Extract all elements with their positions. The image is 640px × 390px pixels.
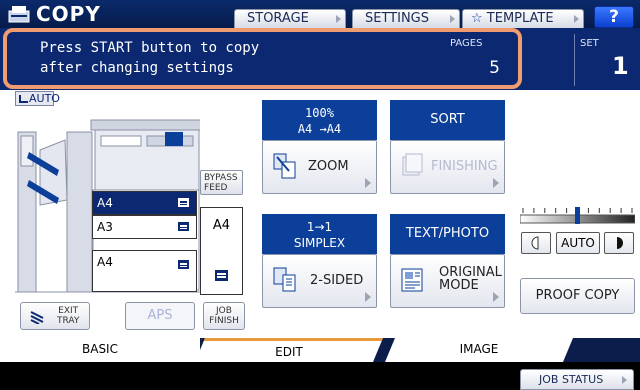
- zoom-icon: [273, 153, 296, 179]
- finishing-status: SORT: [390, 100, 505, 140]
- exit-tray-label: EXIT TRAY: [57, 306, 79, 326]
- set-label: SET: [580, 38, 599, 49]
- exit-tray-label-line1: EXIT: [58, 306, 79, 316]
- finishing-label: FINISHING: [431, 159, 498, 174]
- chevron-right-icon: [450, 15, 455, 23]
- chevron-right-icon: [336, 15, 341, 23]
- help-button[interactable]: ?: [594, 6, 634, 28]
- darker-button[interactable]: [604, 232, 634, 254]
- template-button[interactable]: ☆ TEMPLATE: [462, 9, 584, 29]
- original-mode-status: TEXT/PHOTO: [390, 214, 505, 254]
- chevron-right-icon: [622, 376, 627, 384]
- settings-label: SETTINGS: [365, 11, 430, 26]
- chevron-right-icon: [493, 178, 499, 188]
- zoom-percent: 100%: [305, 106, 334, 120]
- tray-size-label: A4: [97, 196, 113, 210]
- two-sided-label: 2-SIDED: [310, 273, 364, 288]
- duplex-mode-line1: 1→1: [306, 220, 333, 234]
- auto-density-button[interactable]: AUTO: [556, 232, 600, 254]
- storage-label: STORAGE: [247, 11, 309, 26]
- tray-size-label: A3: [97, 220, 113, 234]
- chevron-right-icon: [365, 178, 371, 188]
- exit-tray-label-line2: TRAY: [57, 316, 80, 326]
- bypass-size-label: A4: [212, 218, 231, 233]
- set-count: 1: [612, 52, 629, 80]
- bypass-label-line1: BYPASS: [204, 173, 238, 183]
- job-finish-label-line2: FINISH: [209, 316, 239, 326]
- chevron-right-icon: [574, 15, 579, 23]
- tab-edit[interactable]: EDIT: [195, 338, 383, 362]
- zoom-status: 100% A4 →A4: [262, 100, 377, 140]
- paper-tray-1[interactable]: A4: [92, 191, 197, 215]
- bypass-label-line2: FEED: [204, 183, 228, 193]
- paper-tray-3[interactable]: A4: [92, 250, 197, 292]
- chevron-right-icon: [365, 292, 371, 302]
- finishing-mode: SORT: [430, 112, 465, 127]
- divider: [574, 34, 575, 86]
- job-finish-label-line1: JOB: [216, 306, 232, 316]
- tab-image[interactable]: IMAGE: [385, 338, 573, 362]
- darker-icon: [617, 237, 623, 249]
- paper-auto-badge: AUTO: [15, 91, 60, 106]
- paper-stack-icon: [178, 260, 189, 269]
- aps-button[interactable]: APS: [125, 302, 195, 330]
- duplex-icon: [273, 267, 296, 292]
- settings-button[interactable]: SETTINGS: [352, 9, 460, 29]
- finishing-button[interactable]: FINISHING: [390, 140, 505, 194]
- density-level-marker: [575, 207, 580, 224]
- chevron-right-icon: [493, 292, 499, 302]
- app-title: COPY: [36, 2, 101, 26]
- lighter-icon: [531, 236, 539, 250]
- finishing-icon: [402, 153, 423, 176]
- original-mode-label: ORIGINAL MODE: [439, 266, 502, 292]
- paper-stack-icon: [215, 270, 228, 281]
- template-label: TEMPLATE: [486, 11, 554, 26]
- original-mode-icon: [401, 268, 423, 292]
- original-mode-value: TEXT/PHOTO: [405, 226, 490, 241]
- star-icon: ☆: [471, 11, 483, 26]
- bypass-tray[interactable]: A4: [200, 207, 243, 295]
- paper-stack-icon: [178, 222, 189, 231]
- zoom-sizes: A4 →A4: [297, 122, 342, 136]
- lighter-button[interactable]: [521, 232, 551, 254]
- zoom-label: ZOOM: [308, 159, 349, 174]
- proof-copy-button[interactable]: PROOF COPY: [520, 278, 635, 314]
- tray-size-label: A4: [97, 255, 113, 269]
- original-mode-button[interactable]: ORIGINAL MODE: [390, 254, 505, 308]
- paper-tray-2[interactable]: A3: [92, 215, 197, 239]
- job-finish-button[interactable]: JOB FINISH: [203, 302, 245, 330]
- duplex-status: 1→1 SIMPLEX: [262, 214, 377, 254]
- copy-app-icon: [8, 6, 30, 23]
- exit-tray-button[interactable]: EXIT TRAY: [20, 302, 90, 330]
- duplex-mode-line2: SIMPLEX: [293, 236, 346, 250]
- paper-stack-icon: [178, 198, 189, 207]
- job-status-button[interactable]: JOB STATUS: [520, 369, 634, 390]
- density-scale: [520, 207, 635, 224]
- bypass-feed-button[interactable]: BYPASS FEED: [200, 170, 243, 195]
- two-sided-button[interactable]: 2-SIDED: [262, 254, 377, 308]
- job-status-label: JOB STATUS: [539, 373, 604, 386]
- storage-button[interactable]: STORAGE: [234, 9, 346, 29]
- message-highlight-outline: [3, 28, 522, 89]
- tab-basic[interactable]: BASIC: [0, 338, 200, 362]
- exit-tray-icon: [30, 311, 44, 324]
- original-mode-label-line2: MODE: [439, 278, 479, 293]
- zoom-button[interactable]: ZOOM: [262, 140, 377, 194]
